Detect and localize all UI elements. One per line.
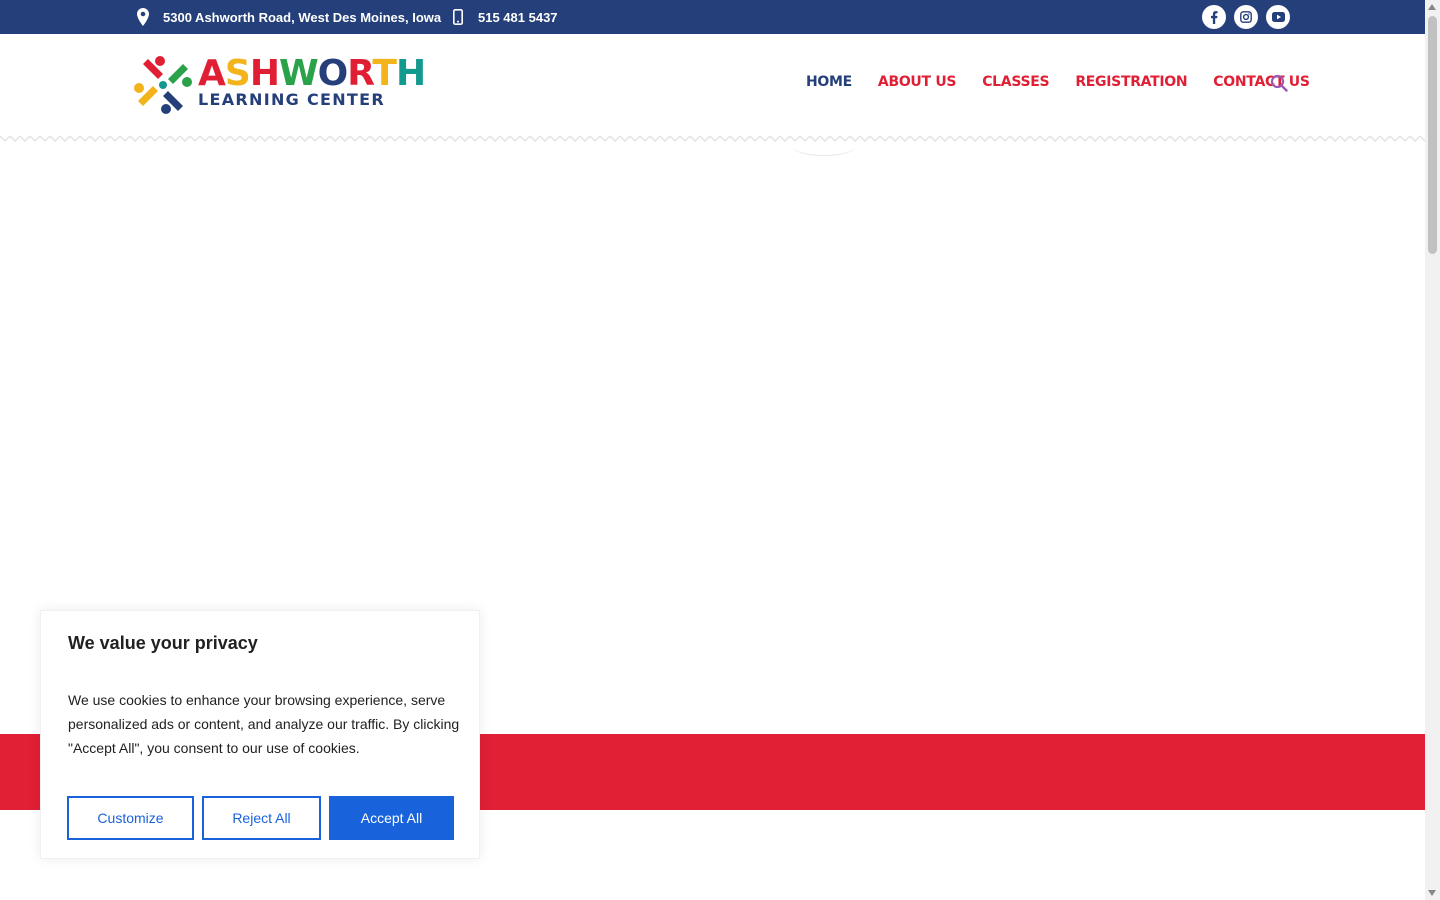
phone-block[interactable]: 515 481 5437	[450, 0, 558, 34]
cookie-title: We value your privacy	[68, 633, 258, 653]
logo-letter: R	[347, 53, 373, 94]
instagram-icon[interactable]	[1234, 5, 1258, 29]
reject-all-button[interactable]: Reject All	[202, 796, 321, 840]
scroll-down-icon[interactable]	[1428, 890, 1436, 896]
logo-letter: O	[317, 53, 349, 94]
facebook-icon[interactable]	[1202, 5, 1226, 29]
scrollbar-thumb[interactable]	[1428, 16, 1437, 254]
logo-letter: H	[249, 53, 280, 94]
logo-figures-icon	[134, 56, 192, 114]
top-info-bar: 5300 Ashworth Road, West Des Moines, Iow…	[0, 0, 1425, 34]
nav-item-contact-us[interactable]: CONTACT US	[1213, 74, 1310, 90]
search-icon[interactable]	[1270, 74, 1290, 94]
accept-all-button[interactable]: Accept All	[329, 796, 454, 840]
active-nav-indicator	[793, 138, 855, 156]
logo[interactable]: ASHWORTH LEARNING CENTER	[132, 54, 426, 116]
youtube-icon[interactable]	[1266, 5, 1290, 29]
social-links	[1202, 5, 1290, 29]
nav-item-home[interactable]: HOME	[806, 74, 852, 90]
main-nav: HOME ABOUT US CLASSES REGISTRATION CONTA…	[806, 74, 1336, 90]
scroll-up-icon[interactable]	[1428, 4, 1436, 10]
page-scrollbar[interactable]	[1425, 0, 1440, 900]
nav-item-about-us[interactable]: ABOUT US	[878, 74, 957, 90]
header-zigzag-divider	[0, 133, 1425, 143]
phone-text[interactable]: 515 481 5437	[478, 10, 558, 25]
logo-subtitle: LEARNING CENTER	[198, 90, 385, 109]
cookie-text: We use cookies to enhance your browsing …	[68, 692, 460, 756]
logo-letter: T	[372, 53, 397, 94]
nav-item-classes[interactable]: CLASSES	[982, 74, 1049, 90]
nav-item-registration[interactable]: REGISTRATION	[1075, 74, 1187, 90]
site-header: ASHWORTH LEARNING CENTER HOME ABOUT US C…	[0, 34, 1425, 140]
address-text: 5300 Ashworth Road, West Des Moines, Iow…	[163, 9, 442, 25]
mobile-phone-icon	[450, 8, 466, 26]
logo-letter: S	[224, 53, 251, 94]
cookie-consent-dialog: We value your privacy We use cookies to …	[40, 610, 480, 859]
logo-letter: W	[278, 53, 319, 94]
logo-title: ASHWORTH	[198, 53, 426, 94]
customize-button[interactable]: Customize	[67, 796, 194, 840]
address-block: 5300 Ashworth Road, West Des Moines, Iow…	[135, 0, 441, 34]
map-pin-icon	[135, 8, 151, 26]
logo-letter: A	[198, 53, 226, 94]
logo-letter: H	[395, 53, 426, 94]
